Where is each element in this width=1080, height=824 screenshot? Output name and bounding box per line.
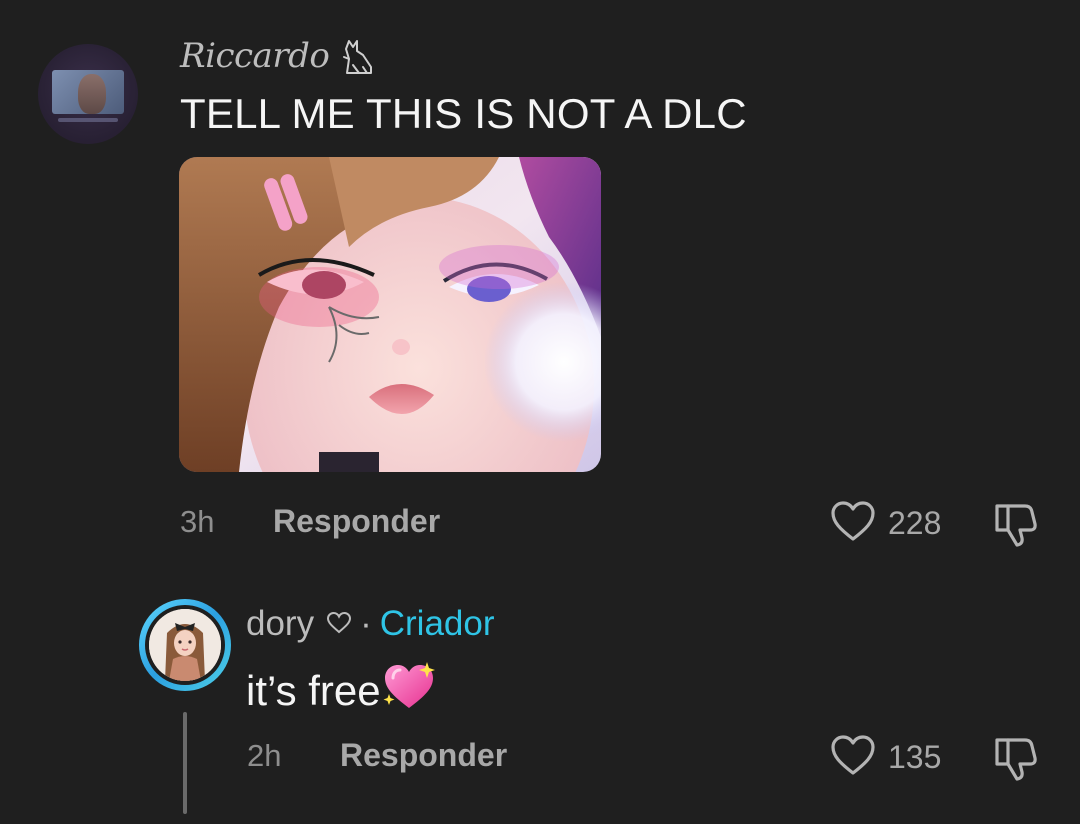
heart-outline-icon bbox=[326, 604, 352, 644]
comment-timestamp: 3h bbox=[180, 504, 215, 539]
thread-line bbox=[183, 712, 187, 814]
cat-icon bbox=[341, 37, 375, 75]
reply-avatar[interactable] bbox=[139, 599, 231, 691]
reply-timestamp: 2h bbox=[247, 738, 282, 773]
reply-button[interactable]: Responder bbox=[273, 503, 440, 540]
comment-username[interactable]: Riccardo bbox=[180, 36, 375, 76]
reply-dislike-button[interactable] bbox=[991, 734, 1041, 787]
creator-badge: Criador bbox=[379, 604, 495, 643]
comment-text: TELL ME THIS IS NOT A DLC bbox=[180, 90, 747, 137]
thumbs-down-icon[interactable] bbox=[991, 738, 1041, 786]
avatar[interactable] bbox=[38, 44, 138, 144]
like-count: 228 bbox=[888, 505, 942, 541]
like-count: 135 bbox=[888, 739, 942, 775]
heart-icon[interactable] bbox=[830, 734, 876, 781]
reply-like-button[interactable]: 135 bbox=[830, 734, 941, 781]
comments-view: Riccardo TELL ME THIS IS NOT A DLC 3h Re… bbox=[0, 0, 1080, 824]
reply-username[interactable]: dory bbox=[246, 604, 314, 644]
comment-image[interactable] bbox=[179, 157, 601, 472]
sparkling-heart-icon bbox=[383, 660, 439, 722]
separator-dot: · bbox=[360, 604, 372, 643]
dislike-button[interactable] bbox=[991, 500, 1041, 553]
reply-reply-button[interactable]: Responder bbox=[340, 737, 507, 774]
reply-text-row: it’s free bbox=[246, 660, 439, 722]
thumbs-down-icon[interactable] bbox=[991, 504, 1041, 552]
reply-username-row: dory · Criador bbox=[246, 604, 495, 644]
heart-icon[interactable] bbox=[830, 500, 876, 547]
reply-text: it’s free bbox=[246, 667, 381, 714]
like-button[interactable]: 228 bbox=[830, 500, 941, 547]
username-label[interactable]: Riccardo bbox=[180, 36, 330, 76]
